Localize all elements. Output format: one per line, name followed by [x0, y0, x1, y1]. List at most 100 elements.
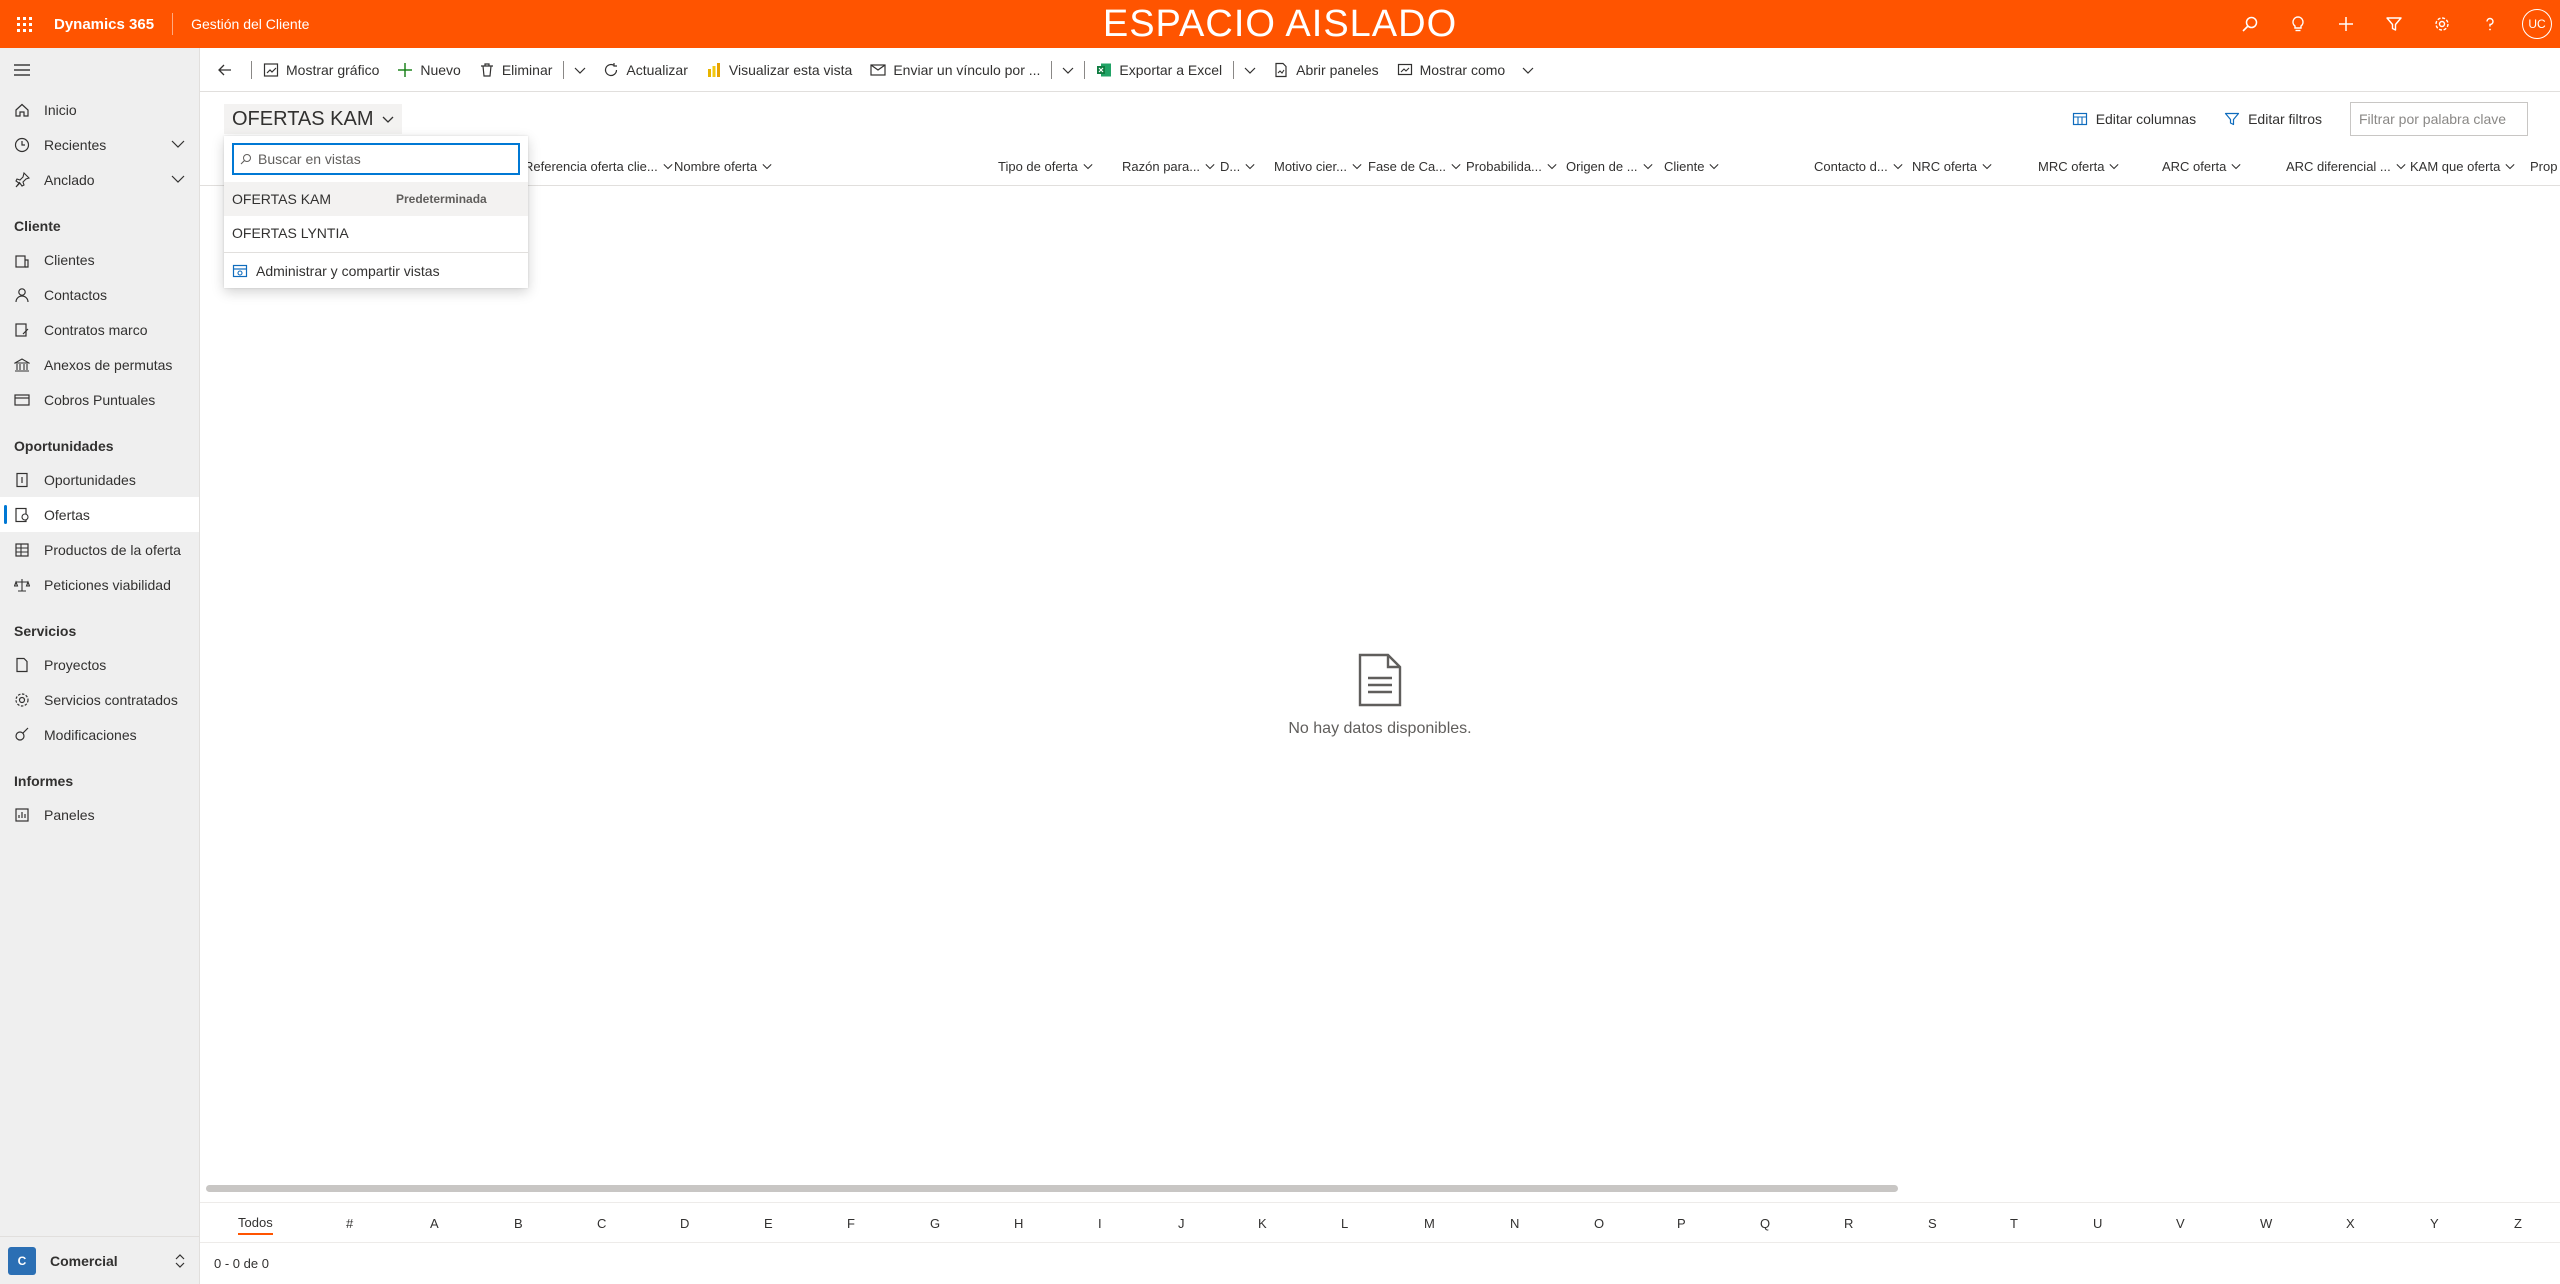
- column-header[interactable]: Prop: [2522, 146, 2560, 186]
- view-search-box[interactable]: [232, 143, 520, 175]
- jump-letter[interactable]: H: [1014, 1203, 1023, 1243]
- sidebar-item-contactos[interactable]: Contactos: [0, 277, 199, 312]
- sidebar-item-cobros-puntuales[interactable]: Cobros Puntuales: [0, 382, 199, 417]
- new-record-button[interactable]: [2322, 0, 2370, 48]
- sidebar-item-recientes[interactable]: Recientes: [0, 127, 199, 162]
- area-label: Comercial: [50, 1252, 118, 1269]
- jump-letter[interactable]: V: [2176, 1203, 2185, 1243]
- column-header[interactable]: NRC oferta: [1904, 146, 1992, 186]
- jump-letter[interactable]: W: [2260, 1203, 2272, 1243]
- sidebar-item-modificaciones[interactable]: Modificaciones: [0, 717, 199, 752]
- jump-letter[interactable]: E: [764, 1203, 773, 1243]
- jump-letter[interactable]: O: [1594, 1203, 1604, 1243]
- sidebar-item-oportunidades[interactable]: Oportunidades: [0, 462, 199, 497]
- view-option[interactable]: OFERTAS LYNTIA: [224, 216, 528, 250]
- sidebar-item-clientes[interactable]: Clientes: [0, 242, 199, 277]
- column-header[interactable]: Probabilida...: [1458, 146, 1557, 186]
- column-label: D...: [1220, 158, 1241, 174]
- column-header[interactable]: KAM que oferta: [2402, 146, 2515, 186]
- horizontal-scrollbar[interactable]: [206, 1185, 1898, 1192]
- column-header[interactable]: Razón para...: [1114, 146, 1215, 186]
- advanced-filter-button[interactable]: [2370, 0, 2418, 48]
- sidebar-item-peticiones-viabilidad[interactable]: Peticiones viabilidad: [0, 567, 199, 602]
- sidebar-item-anclado[interactable]: Anclado: [0, 162, 199, 197]
- jump-letter[interactable]: Todos: [238, 1211, 273, 1235]
- area-switcher[interactable]: C Comercial: [0, 1236, 200, 1284]
- column-header[interactable]: Motivo cier...: [1266, 146, 1362, 186]
- column-header[interactable]: ARC oferta: [2154, 146, 2241, 186]
- jump-letter[interactable]: M: [1424, 1203, 1435, 1243]
- jump-letter[interactable]: F: [847, 1203, 855, 1243]
- jump-letter[interactable]: X: [2346, 1203, 2355, 1243]
- jump-letter[interactable]: T: [2010, 1203, 2018, 1243]
- jump-letter[interactable]: J: [1178, 1203, 1185, 1243]
- jump-letter[interactable]: R: [1844, 1203, 1853, 1243]
- sidebar-item-contratos-marco[interactable]: Contratos marco: [0, 312, 199, 347]
- column-header[interactable]: D...: [1212, 146, 1255, 186]
- jump-letter[interactable]: S: [1928, 1203, 1937, 1243]
- avatar[interactable]: UC: [2522, 9, 2552, 39]
- app-launcher-button[interactable]: [0, 0, 48, 48]
- sidebar-item-ofertas[interactable]: Ofertas: [0, 497, 199, 532]
- show-chart-button[interactable]: Mostrar gráfico: [254, 48, 388, 92]
- visualize-view-button[interactable]: Visualizar esta vista: [697, 48, 861, 92]
- column-header[interactable]: ARC diferencial ...: [2278, 146, 2406, 186]
- sidebar-item-anexos-de-permutas[interactable]: Anexos de permutas: [0, 347, 199, 382]
- column-label: Fase de Ca...: [1368, 158, 1447, 174]
- module-name[interactable]: Gestión del Cliente: [191, 16, 309, 32]
- ideas-button[interactable]: [2274, 0, 2322, 48]
- view-selector-button[interactable]: OFERTAS KAM: [224, 104, 402, 134]
- show-as-button[interactable]: Mostrar como: [1388, 48, 1515, 92]
- search-button[interactable]: [2226, 0, 2274, 48]
- jump-letter[interactable]: P: [1677, 1203, 1686, 1243]
- jump-letter[interactable]: U: [2093, 1203, 2102, 1243]
- jump-letter[interactable]: B: [514, 1203, 523, 1243]
- jump-letter[interactable]: Z: [2514, 1203, 2522, 1243]
- keyword-filter-input[interactable]: [2350, 102, 2528, 136]
- view-search-input[interactable]: [258, 151, 508, 167]
- sidebar-item-inicio[interactable]: Inicio: [0, 92, 199, 127]
- view-option-current[interactable]: OFERTAS KAM Predeterminada: [224, 182, 528, 216]
- jump-letter[interactable]: K: [1258, 1203, 1267, 1243]
- jump-letter[interactable]: D: [680, 1203, 689, 1243]
- edit-columns-button[interactable]: Editar columnas: [2072, 111, 2196, 127]
- export-more-dropdown[interactable]: [1236, 48, 1264, 92]
- jump-letter[interactable]: A: [430, 1203, 439, 1243]
- column-header[interactable]: Fase de Ca...: [1360, 146, 1461, 186]
- help-button[interactable]: [2466, 0, 2514, 48]
- jump-letter[interactable]: Q: [1760, 1203, 1770, 1243]
- jump-letter[interactable]: L: [1341, 1203, 1348, 1243]
- delete-more-dropdown[interactable]: [566, 48, 594, 92]
- column-header[interactable]: Nombre oferta: [666, 146, 772, 186]
- column-header[interactable]: Tipo de oferta: [990, 146, 1093, 186]
- settings-button[interactable]: [2418, 0, 2466, 48]
- column-header[interactable]: Referencia oferta clie...: [516, 146, 673, 186]
- delete-button[interactable]: Eliminar: [470, 48, 562, 92]
- email-link-button[interactable]: Enviar un vínculo por ...: [861, 48, 1049, 92]
- sidebar-item-productos-de-la-oferta[interactable]: Productos de la oferta: [0, 532, 199, 567]
- back-button[interactable]: [208, 48, 249, 92]
- email-link-more-dropdown[interactable]: [1054, 48, 1082, 92]
- jump-letter[interactable]: I: [1098, 1203, 1102, 1243]
- jump-letter[interactable]: Y: [2430, 1203, 2439, 1243]
- open-dashboards-button[interactable]: Abrir paneles: [1264, 48, 1388, 92]
- show-as-dropdown[interactable]: [1514, 48, 1542, 92]
- jump-letter[interactable]: N: [1510, 1203, 1519, 1243]
- sidebar-item-paneles[interactable]: Paneles: [0, 797, 199, 832]
- edit-filters-button[interactable]: Editar filtros: [2224, 111, 2322, 127]
- column-header[interactable]: MRC oferta: [2030, 146, 2120, 186]
- column-header[interactable]: Origen de ...: [1558, 146, 1653, 186]
- jump-letter[interactable]: C: [597, 1203, 606, 1243]
- manage-views-button[interactable]: Administrar y compartir vistas: [224, 252, 528, 288]
- column-header[interactable]: Cliente: [1656, 146, 1720, 186]
- sidebar-item-servicios-contratados[interactable]: Servicios contratados: [0, 682, 199, 717]
- refresh-button[interactable]: Actualizar: [594, 48, 696, 92]
- app-name[interactable]: Dynamics 365: [54, 16, 154, 33]
- new-button[interactable]: Nuevo: [388, 48, 469, 92]
- sidebar-item-proyectos[interactable]: Proyectos: [0, 647, 199, 682]
- column-header[interactable]: Contacto d...: [1806, 146, 1903, 186]
- export-excel-button[interactable]: Exportar a Excel: [1087, 48, 1231, 92]
- jump-letter[interactable]: #: [346, 1203, 353, 1243]
- sitemap-toggle-button[interactable]: [0, 48, 199, 92]
- jump-letter[interactable]: G: [930, 1203, 940, 1243]
